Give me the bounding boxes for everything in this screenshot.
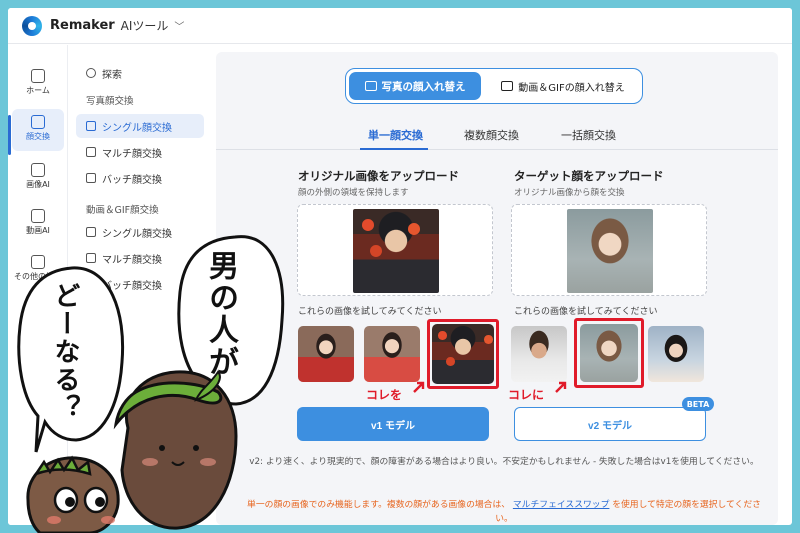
sidebar-item-video-multi[interactable]: マルチ顔交換 <box>76 246 204 270</box>
video-icon <box>31 209 45 223</box>
multi-face-icon <box>86 147 96 157</box>
face-icon <box>86 121 96 131</box>
target-title: ターゲット顔をアップロード <box>514 169 664 183</box>
tab-multiple[interactable]: 複数顔交換 <box>464 127 519 143</box>
original-upload-area[interactable] <box>297 204 493 296</box>
target-subtitle: オリジナル画像から顔を交換 <box>514 188 625 198</box>
compass-icon <box>86 68 96 78</box>
original-preview-image <box>353 209 439 293</box>
rail-active-indicator <box>8 115 11 155</box>
sidebar-item-label: シングル顔交換 <box>102 228 172 240</box>
mode-video-label: 動画＆GIFの顔入れ替え <box>518 82 625 94</box>
beta-badge: BETA <box>682 397 714 411</box>
arrow-icon <box>555 381 567 393</box>
annotation-kore-wo: コレを <box>366 388 403 402</box>
sidebar-item-video-single[interactable]: シングル顔交換 <box>76 220 204 244</box>
original-subtitle: 顔の外側の領域を保持します <box>298 188 409 198</box>
mode-photo-button[interactable]: 写真の顔入れ替え <box>349 72 481 100</box>
image-icon <box>31 163 45 177</box>
face-icon <box>86 227 96 237</box>
highlight-box-target <box>574 318 644 388</box>
app-window: Remaker AIツール ﹀ ホーム 顔交換 画像AI 動画AI その他の機能 <box>8 8 792 525</box>
multi-face-swap-link[interactable]: マルチフェイススワップ <box>513 500 610 510</box>
top-header: Remaker AIツール ﹀ <box>8 8 792 44</box>
film-icon <box>501 81 514 91</box>
rail-item-image-ai[interactable]: 画像AI <box>12 157 64 199</box>
rail-item-label: 動画AI <box>26 226 50 235</box>
rail-item-label: その他の機能 <box>14 272 62 281</box>
rail-item-label: ホーム <box>26 86 50 95</box>
v2-model-button[interactable]: v2 モデル <box>514 407 706 441</box>
v2-info-note: v2: より速く、より現実的で、顔の障害がある場合はより良い。不安定かもしれませ… <box>249 457 759 467</box>
arrow-icon <box>413 381 425 393</box>
multi-face-icon <box>86 253 96 263</box>
active-tab-underline <box>360 148 428 150</box>
sample-target-1[interactable] <box>511 326 567 382</box>
home-icon <box>31 69 45 83</box>
target-preview-image <box>567 209 653 293</box>
sample-original-2[interactable] <box>364 326 420 382</box>
sidebar-item-label: 探索 <box>102 69 122 81</box>
sidebar-item-label: マルチ顔交換 <box>102 254 162 266</box>
annotation-kore-ni: コレに <box>508 388 545 402</box>
brand-name[interactable]: Remaker <box>50 18 115 33</box>
chevron-down-icon[interactable]: ﹀ <box>174 18 184 33</box>
sidebar-item-photo-batch[interactable]: バッチ顔交換 <box>76 166 204 190</box>
rail-item-face-swap[interactable]: 顔交換 <box>12 109 64 151</box>
photo-icon <box>364 81 377 91</box>
grid-icon <box>31 255 45 269</box>
sample-original-1[interactable] <box>298 326 354 382</box>
sidebar-item-label: バッチ顔交換 <box>102 174 162 186</box>
highlight-box-original <box>427 319 499 389</box>
sidebar-item-label: シングル顔交換 <box>102 122 172 134</box>
swap-tabs: 単一顔交換 複数顔交換 一括顔交換 <box>216 120 778 150</box>
mode-photo-label: 写真の顔入れ替え <box>381 80 466 93</box>
video-section-heading: 動画＆GIF顔交換 <box>86 205 159 216</box>
bubble-text-right: 男の人が <box>203 250 238 378</box>
sidebar-item-label: マルチ顔交換 <box>102 148 162 160</box>
rail-item-video-ai[interactable]: 動画AI <box>12 203 64 245</box>
single-face-note: 単一の顔の画像でのみ機能します。複数の顔がある画像の場合は、 マルチフェイススワ… <box>240 498 768 525</box>
bubble-text-left: どーなる？ <box>50 282 80 422</box>
sample-target-3[interactable] <box>648 326 704 382</box>
sidebar-item-explore[interactable]: 探索 <box>76 61 204 85</box>
batch-icon <box>86 173 96 183</box>
face-swap-icon <box>31 115 45 129</box>
rail-item-label: 顔交換 <box>26 132 50 141</box>
mode-switch: 写真の顔入れ替え 動画＆GIFの顔入れ替え <box>345 68 643 104</box>
target-upload-area[interactable] <box>511 204 707 296</box>
single-face-note-text: 単一の顔の画像でのみ機能します。複数の顔がある画像の場合は、 <box>247 500 511 510</box>
sub-sidebar: 探索 写真顔交換 シングル顔交換 マルチ顔交換 バッチ顔交換 動画＆GIF顔交換… <box>70 45 210 525</box>
photo-section-heading: 写真顔交換 <box>86 96 134 107</box>
sidebar-item-video-batch[interactable]: バッチ顔交換 <box>76 272 204 296</box>
sidebar-item-photo-single[interactable]: シングル顔交換 <box>76 114 204 138</box>
v1-model-button[interactable]: v1 モデル <box>297 407 489 441</box>
remaker-logo-icon[interactable] <box>22 15 42 36</box>
original-title: オリジナル画像をアップロード <box>298 169 459 183</box>
mode-video-button[interactable]: 動画＆GIFの顔入れ替え <box>486 72 640 100</box>
main-panel: 写真の顔入れ替え 動画＆GIFの顔入れ替え 単一顔交換 複数顔交換 一括顔交換 … <box>216 52 778 525</box>
tab-batch[interactable]: 一括顔交換 <box>561 127 616 143</box>
ai-tools-menu[interactable]: AIツール <box>121 17 169 34</box>
original-try-label: これらの画像を試してみてください <box>298 307 442 317</box>
target-try-label: これらの画像を試してみてください <box>514 307 658 317</box>
batch-icon <box>86 279 96 289</box>
sidebar-item-photo-multi[interactable]: マルチ顔交換 <box>76 140 204 164</box>
sidebar-item-label: バッチ顔交換 <box>102 280 162 292</box>
tab-single[interactable]: 単一顔交換 <box>368 127 423 143</box>
rail-item-home[interactable]: ホーム <box>12 63 64 105</box>
rail-item-label: 画像AI <box>26 180 50 189</box>
